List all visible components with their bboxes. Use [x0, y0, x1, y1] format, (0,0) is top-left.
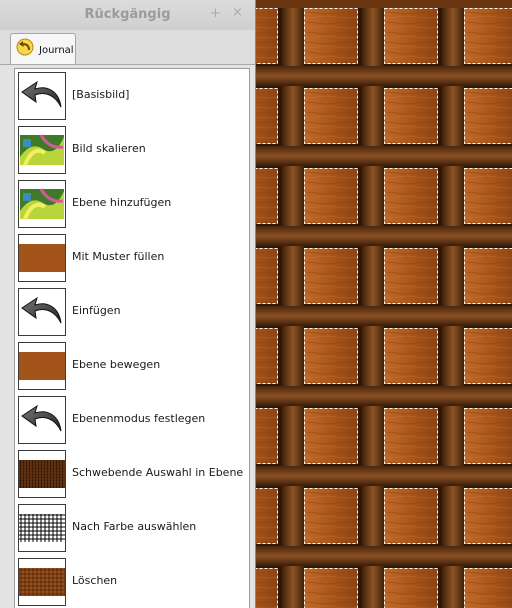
- history-thumbnail: [18, 126, 66, 174]
- history-item-label: Schwebende Auswahl in Ebene: [72, 466, 244, 479]
- history-item[interactable]: Mit Muster füllen: [15, 231, 249, 285]
- history-list[interactable]: [Basisbild] Bild skalieren Ebene hinzufüge…: [14, 68, 250, 608]
- tab-journal[interactable]: Journal: [10, 33, 76, 64]
- pin-icon[interactable]: +: [210, 6, 221, 21]
- image-canvas[interactable]: [256, 0, 512, 608]
- undo-history-dock: Rückgängig + × Journal [Basisbild] Bild s…: [0, 0, 256, 608]
- history-item[interactable]: Ebene hinzufügen: [15, 177, 249, 231]
- history-thumbnail: [18, 504, 66, 552]
- history-thumbnail: [18, 450, 66, 498]
- history-item-label: Löschen: [72, 574, 118, 587]
- dock-titlebar[interactable]: Rückgängig + ×: [0, 0, 255, 30]
- undo-arrow-icon: [18, 72, 66, 120]
- history-item-label: Ebene hinzufügen: [72, 196, 172, 209]
- history-item[interactable]: [Basisbild]: [15, 69, 249, 123]
- tab-label: Journal: [39, 45, 74, 56]
- history-thumbnail: [18, 558, 66, 606]
- history-item[interactable]: Ebene bewegen: [15, 339, 249, 393]
- history-thumbnail: [18, 180, 66, 228]
- history-thumbnail: [18, 234, 66, 282]
- close-icon[interactable]: ×: [232, 5, 243, 20]
- history-item[interactable]: Bild skalieren: [15, 123, 249, 177]
- undo-arrow-icon: [18, 396, 66, 444]
- history-item-label: Ebenenmodus festlegen: [72, 412, 206, 425]
- history-item[interactable]: Einfügen: [15, 285, 249, 339]
- history-item-label: Bild skalieren: [72, 142, 146, 155]
- history-item-label: [Basisbild]: [72, 88, 130, 101]
- woven-wood-image: [256, 0, 512, 608]
- history-thumbnail: [18, 342, 66, 390]
- undo-arrow-icon: [16, 38, 34, 56]
- history-item[interactable]: Schwebende Auswahl in Ebene: [15, 447, 249, 501]
- undo-arrow-icon: [18, 288, 66, 336]
- history-item-label: Nach Farbe auswählen: [72, 520, 197, 533]
- history-item-label: Einfügen: [72, 304, 121, 317]
- history-item-label: Mit Muster füllen: [72, 250, 165, 263]
- history-item[interactable]: Löschen: [15, 555, 249, 608]
- history-item-label: Ebene bewegen: [72, 358, 161, 371]
- dock-tabbar: Journal: [0, 30, 255, 81]
- history-item[interactable]: Nach Farbe auswählen: [15, 501, 249, 555]
- history-item[interactable]: Ebenenmodus festlegen: [15, 393, 249, 447]
